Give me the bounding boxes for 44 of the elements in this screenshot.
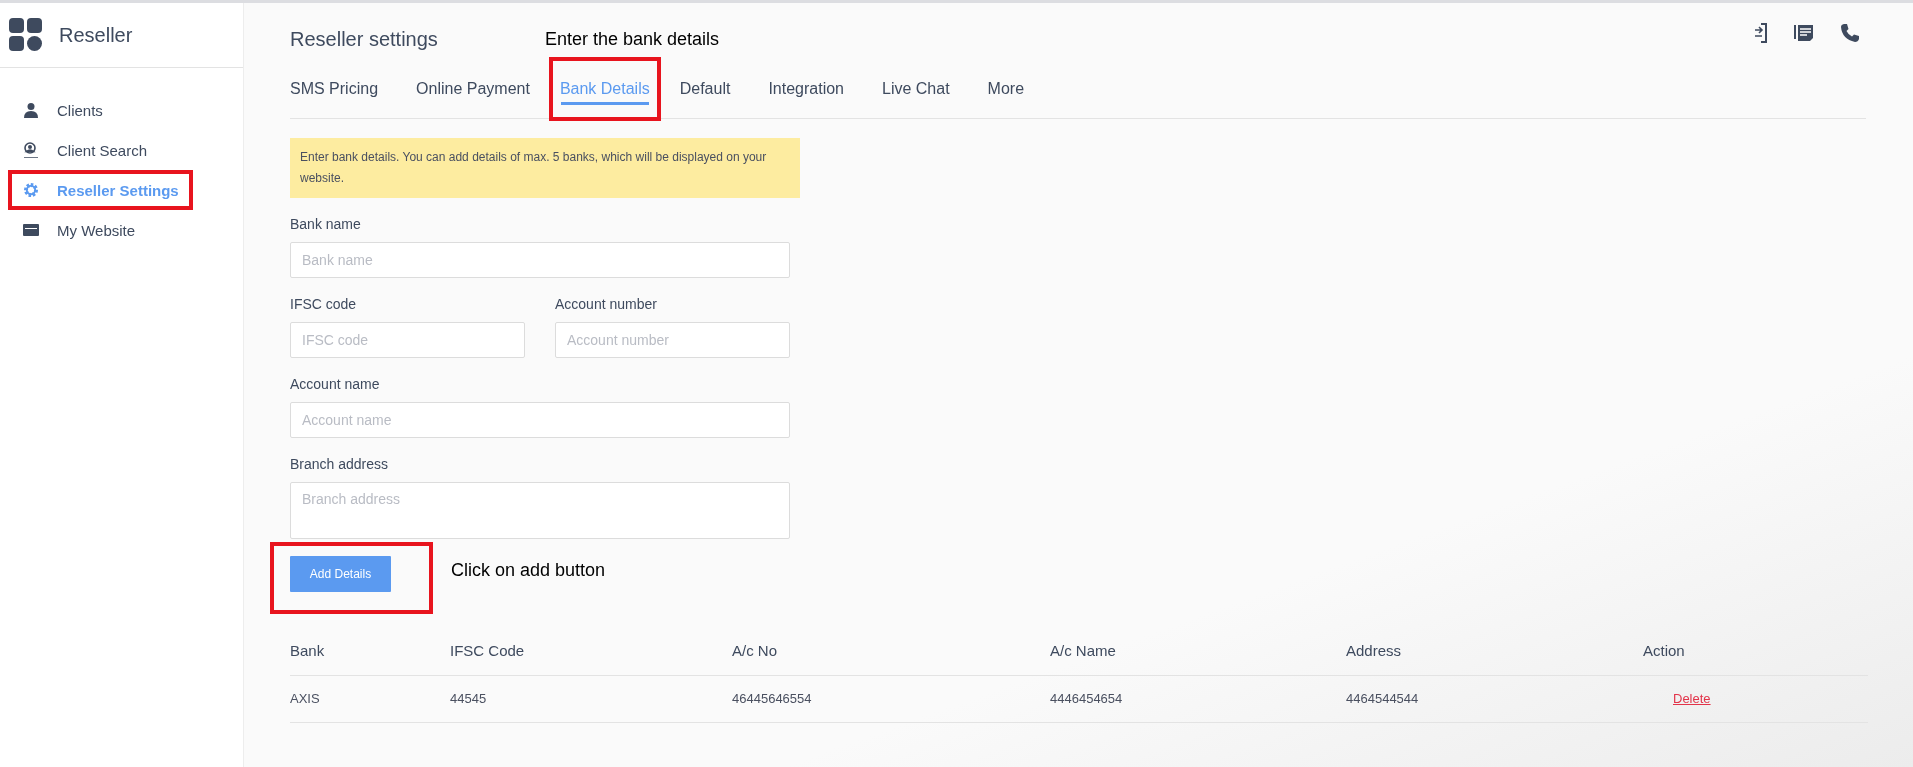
field-label: IFSC code <box>290 296 358 312</box>
column-header: IFSC Code <box>450 627 732 676</box>
annotation-text: Click on add button <box>451 559 606 581</box>
gear-icon <box>23 182 39 198</box>
column-header: Address <box>1346 627 1643 676</box>
table-cell: 44545 <box>450 691 487 706</box>
sidebar-item[interactable]: Clients <box>8 90 193 130</box>
field-label: Branch address <box>290 456 390 472</box>
column-header: Bank <box>290 627 450 676</box>
tab[interactable]: SMS Pricing <box>290 57 398 121</box>
sign-in-icon[interactable] <box>1754 22 1768 43</box>
brand-name: Reseller <box>59 23 133 47</box>
phone-icon[interactable] <box>1840 22 1860 43</box>
table-cell: 4446454654 <box>1050 691 1123 706</box>
column-header: A/c No <box>732 627 1050 676</box>
sidebar-item[interactable]: My Website <box>8 210 193 250</box>
tab[interactable]: Online Payment <box>397 57 549 121</box>
logo-icon <box>9 18 43 52</box>
input-field[interactable]: Account name <box>290 402 790 438</box>
table-cell: AXIS <box>290 691 320 706</box>
notes-icon[interactable] <box>1794 23 1814 42</box>
column-header: Action <box>1643 627 1868 676</box>
field-label: Account name <box>290 376 381 392</box>
notice-banner: Enter bank details. You can add details of max. 5 banks, which will be displayed on your website. <box>290 138 800 198</box>
user-icon <box>23 102 39 118</box>
browser-window-icon <box>23 223 39 237</box>
input-field[interactable]: IFSC code <box>290 322 525 358</box>
table-cell: 4464544544 <box>1346 691 1419 706</box>
tab[interactable]: Live Chat <box>863 57 969 121</box>
user-search-icon <box>23 142 39 158</box>
input-field[interactable]: Bank name <box>290 242 790 278</box>
text-area[interactable]: Branch address <box>290 482 790 539</box>
delete-link[interactable]: Delete <box>1673 691 1711 706</box>
field-label: Bank name <box>290 216 362 232</box>
annotation-text: Enter the bank details <box>545 28 720 50</box>
tab[interactable]: More <box>968 57 1044 121</box>
input-field[interactable]: Account number <box>555 322 790 358</box>
table-cell: 46445646554 <box>732 691 812 706</box>
page-title: Reseller settings <box>290 27 439 51</box>
tab[interactable]: Default <box>660 57 750 121</box>
column-header: A/c Name <box>1050 627 1346 676</box>
sidebar-item[interactable]: Client Search <box>8 130 193 170</box>
tab[interactable]: Integration <box>749 57 863 121</box>
field-label: Account number <box>555 296 658 312</box>
